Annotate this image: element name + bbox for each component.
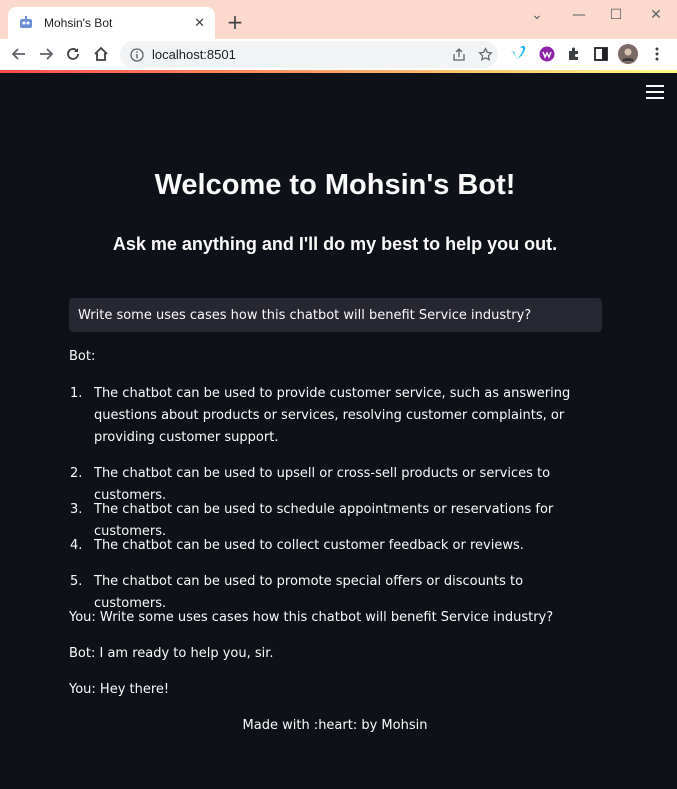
share-icon[interactable]: [446, 44, 472, 66]
vimeo-icon[interactable]: [508, 44, 528, 64]
list-item: 4. The chatbot can be used to collect cu…: [70, 535, 580, 557]
list-item: 1. The chatbot can be used to provide cu…: [70, 383, 580, 449]
address-bar[interactable]: localhost:8501: [120, 41, 498, 68]
forward-button[interactable]: [35, 43, 57, 65]
browser-toolbar: localhost:8501: [0, 39, 677, 70]
arrow-left-icon: [11, 48, 25, 60]
home-button[interactable]: [90, 43, 112, 65]
url-text: localhost:8501: [152, 47, 236, 62]
page-title: Welcome to Mohsin's Bot!: [154, 169, 516, 201]
tab-close-icon[interactable]: ✕: [194, 16, 205, 31]
list-item: 5. The chatbot can be used to promote sp…: [70, 571, 580, 615]
maximize-button[interactable]: ☐: [606, 5, 626, 25]
minimize-button[interactable]: —: [569, 5, 589, 25]
footer-text: Made with :heart: by Mohsin: [242, 718, 428, 733]
browser-tab[interactable]: Mohsin's Bot ✕: [8, 7, 215, 39]
more-menu-icon[interactable]: [647, 44, 667, 64]
list-number: 4.: [70, 538, 83, 553]
list-text: The chatbot can be used to provide custo…: [94, 386, 571, 445]
home-icon: [94, 46, 108, 61]
chat-input[interactable]: [69, 298, 602, 332]
profile-avatar[interactable]: [618, 44, 638, 64]
reload-icon: [67, 48, 79, 60]
hamburger-menu-icon[interactable]: [646, 85, 664, 101]
chat-history-message: You: Write some uses cases how this chat…: [69, 610, 554, 625]
browser-chrome: Mohsin's Bot ✕ + ⌄ — ☐ ✕ localhost:8501: [0, 0, 677, 73]
new-tab-button[interactable]: +: [224, 11, 246, 33]
bot-label: Bot:: [69, 349, 96, 364]
tab-search-chevron-icon[interactable]: ⌄: [527, 5, 547, 25]
tab-title: Mohsin's Bot: [44, 16, 113, 30]
chat-history-message: Bot: I am ready to help you, sir.: [69, 646, 274, 661]
sidebar-icon[interactable]: [591, 44, 611, 64]
chat-history-message: You: Hey there!: [69, 682, 170, 697]
list-number: 5.: [70, 574, 83, 589]
page-subtitle: Ask me anything and I'll do my best to h…: [112, 234, 558, 254]
bookmark-star-icon[interactable]: [472, 44, 498, 66]
reload-button[interactable]: [62, 43, 84, 65]
list-text: The chatbot can be used to collect custo…: [94, 538, 524, 553]
close-window-button[interactable]: ✕: [646, 5, 666, 25]
back-button[interactable]: [8, 43, 30, 65]
robot-favicon-icon: [20, 16, 32, 28]
extension-purple-icon[interactable]: [537, 44, 557, 64]
app-main: Welcome to Mohsin's Bot! Ask me anything…: [0, 73, 677, 789]
puzzle-icon[interactable]: [564, 44, 584, 64]
list-number: 1.: [70, 386, 83, 401]
arrow-right-icon: [40, 48, 54, 60]
site-info-icon[interactable]: [130, 47, 144, 62]
list-text: The chatbot can be used to promote speci…: [94, 574, 524, 611]
